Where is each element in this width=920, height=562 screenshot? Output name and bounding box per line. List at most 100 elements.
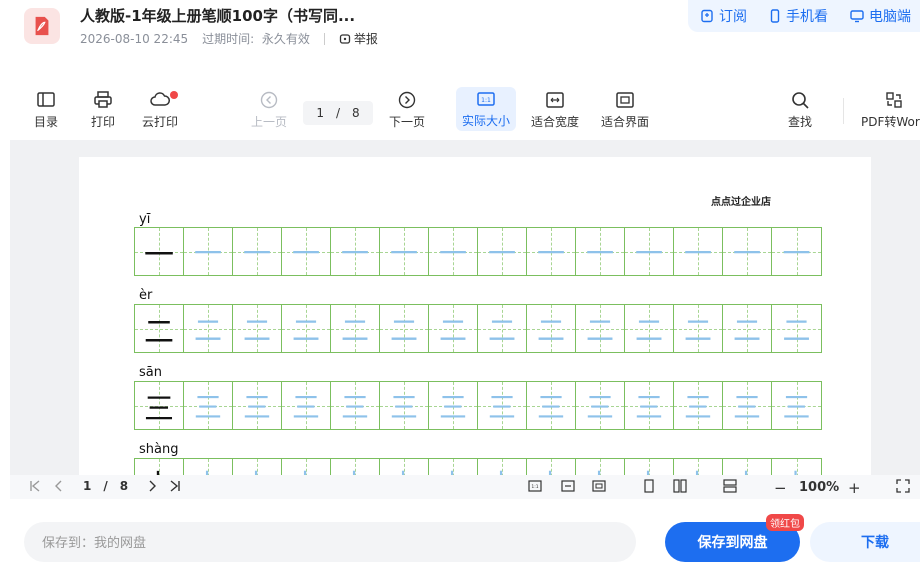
- first-page-icon: [30, 480, 40, 492]
- trace-character: 三: [487, 390, 516, 424]
- document-page: 点点过企业店 yī 一一一一一一一一一一一一一一 èr 二二二二二二二二二二二二二二 s…: [79, 157, 871, 475]
- trace-character: 一: [438, 236, 467, 270]
- trace-character: 二: [193, 313, 222, 347]
- subscribe-button[interactable]: 订阅: [700, 6, 747, 26]
- practice-cell: 一: [380, 228, 429, 275]
- trace-character: 上: [527, 459, 575, 476]
- desktop-button[interactable]: 电脑端: [850, 6, 911, 26]
- practice-cell: 二: [380, 305, 429, 352]
- report-button[interactable]: 举报: [339, 30, 378, 47]
- practice-cell: 上: [576, 459, 625, 475]
- trace-character: 三: [585, 390, 614, 424]
- practice-cell: 二: [723, 305, 772, 352]
- pdf-to-word-label: PDF转Word: [861, 115, 920, 129]
- fit-width-label: 适合宽度: [531, 115, 580, 129]
- two-page-icon: [673, 479, 687, 493]
- trace-character: 上: [429, 459, 477, 476]
- viewer-status-bar: 1 / 8 1:1 − 100% +: [10, 475, 920, 499]
- practice-cell: 二: [233, 305, 282, 352]
- practice-row: 二二二二二二二二二二二二二二: [134, 304, 822, 353]
- next-page-button[interactable]: 下一页: [389, 90, 425, 130]
- svg-text:1:1: 1:1: [481, 97, 491, 104]
- trace-character: 三: [340, 390, 369, 424]
- last-page-button[interactable]: [168, 479, 182, 493]
- practice-cell: 上: [527, 459, 576, 475]
- practice-cell: 二: [184, 305, 233, 352]
- trace-character: 二: [389, 313, 418, 347]
- practice-cell: 三: [772, 382, 821, 429]
- fit-page-icon: [592, 480, 606, 492]
- toc-button[interactable]: 目录: [34, 90, 58, 130]
- practice-cell: 三: [527, 382, 576, 429]
- trace-character: 上: [723, 459, 771, 476]
- scroll-mode-button[interactable]: [723, 479, 737, 493]
- prev-page-small-button[interactable]: [52, 479, 66, 493]
- model-character: 三: [144, 391, 174, 427]
- mobile-view-button[interactable]: 手机看: [769, 6, 828, 26]
- monitor-icon: [850, 10, 864, 23]
- print-button[interactable]: 打印: [91, 90, 115, 130]
- download-button[interactable]: 下载: [810, 522, 920, 562]
- page-indicator[interactable]: 1 / 8: [303, 101, 373, 125]
- svg-text:1:1: 1:1: [531, 484, 538, 490]
- fit-page-button[interactable]: 适合界面: [601, 90, 649, 130]
- practice-cell: 三: [282, 382, 331, 429]
- trace-character: 一: [242, 236, 271, 270]
- document-title: 人教版-1年级上册笔顺100字（书写同...: [80, 7, 356, 25]
- practice-cell: 二: [772, 305, 821, 352]
- expiry-label: 过期时间:: [202, 32, 255, 46]
- pdf-to-word-button[interactable]: PDF转Word: [861, 90, 920, 130]
- practice-cell: 三: [331, 382, 380, 429]
- red-packet-badge[interactable]: 领红包: [766, 514, 804, 531]
- trace-character: 二: [683, 313, 712, 347]
- practice-cell: 二: [576, 305, 625, 352]
- fit-page-small-button[interactable]: [592, 479, 606, 493]
- trace-character: 一: [585, 236, 614, 270]
- trace-character: 上: [674, 459, 722, 476]
- single-page-button[interactable]: [642, 479, 656, 493]
- actual-size-small-button[interactable]: 1:1: [528, 479, 542, 493]
- search-button[interactable]: 查找: [788, 90, 812, 130]
- zoom-in-button[interactable]: +: [848, 479, 861, 497]
- two-page-button[interactable]: [673, 479, 687, 493]
- trace-character: 二: [242, 313, 271, 347]
- report-icon: [339, 33, 350, 44]
- trace-character: 上: [625, 459, 673, 476]
- practice-cell: 上: [380, 459, 429, 475]
- zoom-out-button[interactable]: −: [774, 479, 787, 497]
- document-viewer[interactable]: 点点过企业店 yī 一一一一一一一一一一一一一一 èr 二二二二二二二二二二二二二二 s…: [10, 140, 920, 475]
- fit-width-button[interactable]: 适合宽度: [531, 90, 579, 130]
- divider: [843, 98, 844, 124]
- convert-icon: [886, 92, 902, 108]
- practice-cell: 二: [331, 305, 380, 352]
- search-icon: [792, 92, 809, 109]
- practice-cell: 二: [135, 305, 184, 352]
- save-location-field[interactable]: 保存到：我的网盘: [24, 522, 636, 562]
- trace-character: 三: [193, 390, 222, 424]
- first-page-button[interactable]: [28, 479, 42, 493]
- mobile-view-label: 手机看: [786, 9, 828, 25]
- fullscreen-button[interactable]: [896, 479, 910, 493]
- practice-cell: 三: [380, 382, 429, 429]
- practice-cell: 一: [135, 228, 184, 275]
- trace-character: 一: [291, 236, 320, 270]
- practice-cell: 上: [478, 459, 527, 475]
- fit-page-icon: [616, 92, 634, 108]
- chevron-left-circle-icon: [260, 91, 278, 109]
- fit-width-small-button[interactable]: [561, 479, 575, 493]
- shop-name: 点点过企业店: [711, 197, 771, 208]
- next-page-small-button[interactable]: [145, 479, 159, 493]
- subscribe-label: 订阅: [719, 9, 747, 25]
- actual-size-button[interactable]: 1:1 实际大小: [456, 87, 517, 131]
- zoom-out-label: −: [774, 479, 787, 497]
- trace-character: 上: [380, 459, 428, 476]
- next-page-label: 下一页: [389, 115, 426, 129]
- trace-character: 二: [487, 313, 516, 347]
- prev-page-button[interactable]: 上一页: [251, 90, 287, 130]
- toc-icon: [37, 92, 55, 107]
- practice-row: 三三三三三三三三三三三三三三: [134, 381, 822, 430]
- total-pages: 8: [352, 106, 360, 120]
- zoom-in-label: +: [848, 479, 861, 497]
- practice-cell: 一: [331, 228, 380, 275]
- row-pinyin: èr: [139, 288, 153, 303]
